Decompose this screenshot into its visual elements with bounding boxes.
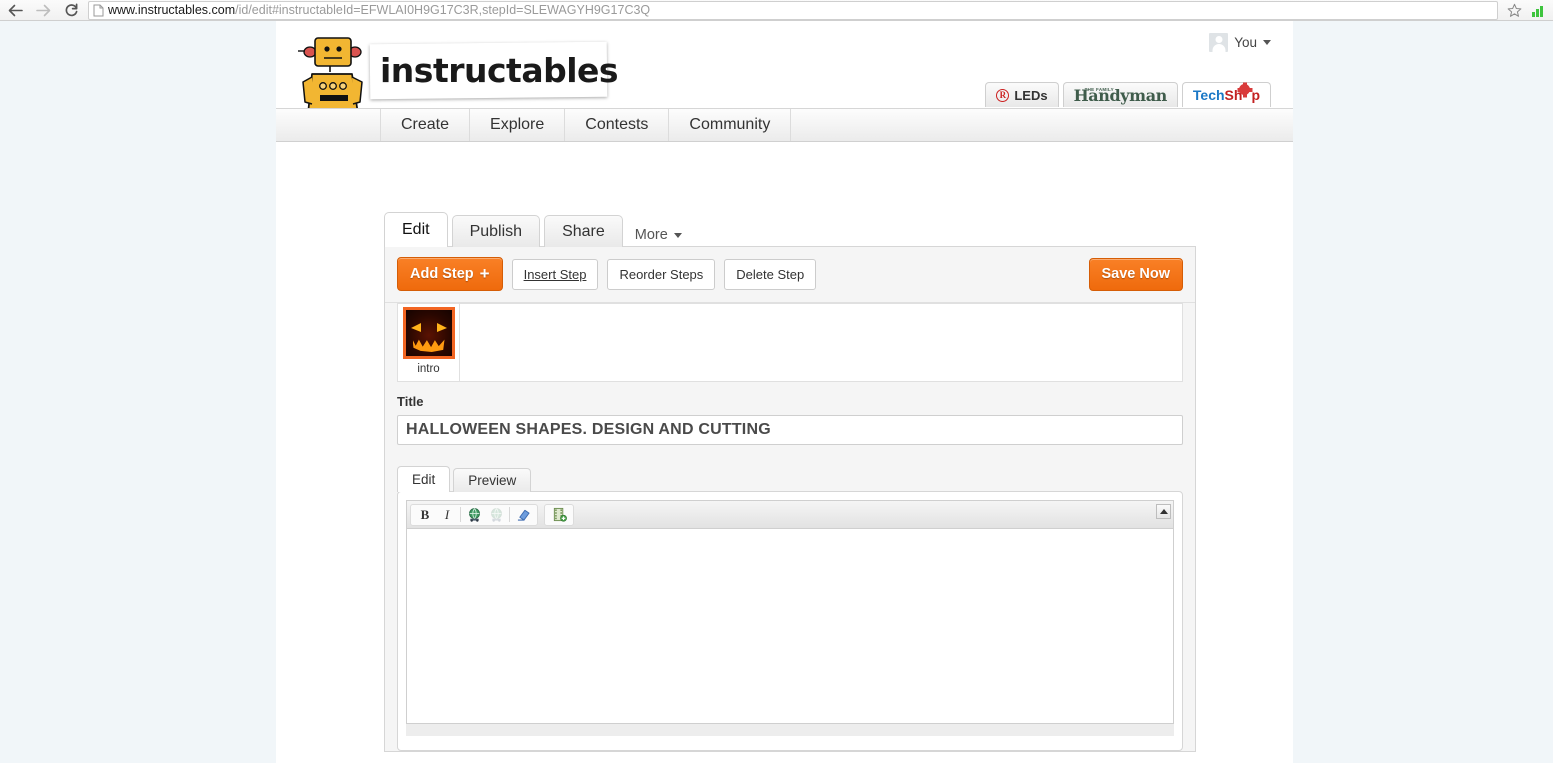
user-menu[interactable]: You bbox=[1209, 33, 1271, 52]
site-header: instructables You R LEDs THE FAMILY Hand… bbox=[276, 21, 1293, 141]
user-avatar-icon bbox=[1209, 33, 1229, 52]
steps-strip: intro bbox=[397, 303, 1183, 382]
sponsor-tabs: R LEDs THE FAMILY Handyman TechSh p bbox=[985, 82, 1271, 107]
browser-right-controls bbox=[1502, 0, 1553, 20]
nav-label-explore: Explore bbox=[490, 116, 545, 133]
address-bar[interactable]: www.instructables.com/id/edit#instructab… bbox=[88, 0, 1498, 20]
scroll-up-arrow-icon[interactable] bbox=[1156, 504, 1171, 519]
reorder-steps-label: Reorder Steps bbox=[619, 266, 704, 282]
step-item-intro[interactable]: intro bbox=[398, 304, 460, 381]
nav-item-contests[interactable]: Contests bbox=[565, 109, 670, 141]
rte-toolbar: B I bbox=[406, 500, 1174, 528]
tab-edit-label: Edit bbox=[402, 221, 430, 238]
tab-share-label: Share bbox=[562, 222, 605, 240]
sponsor-tab-handyman[interactable]: THE FAMILY Handyman bbox=[1062, 82, 1178, 107]
forward-arrow-icon bbox=[35, 4, 50, 16]
bold-icon[interactable]: B bbox=[414, 505, 436, 525]
nav-item-create[interactable]: Create bbox=[381, 109, 471, 141]
sub-tab-edit-label: Edit bbox=[412, 472, 436, 487]
delete-step-label: Delete Step bbox=[736, 266, 805, 282]
save-now-button[interactable]: Save Now bbox=[1088, 257, 1183, 291]
film-strip-add-icon[interactable] bbox=[548, 505, 570, 525]
nav-logo-spacer bbox=[276, 109, 381, 141]
sub-tab-edit[interactable]: Edit bbox=[397, 466, 451, 492]
title-input[interactable] bbox=[397, 415, 1183, 445]
insert-step-button[interactable]: Insert Step bbox=[511, 258, 599, 290]
bookmark-button[interactable] bbox=[1502, 0, 1526, 20]
tab-share[interactable]: Share bbox=[544, 215, 623, 247]
editor-panel: Add Step + Insert Step Reorder Steps Del… bbox=[384, 246, 1196, 752]
title-field-group: Title bbox=[385, 394, 1195, 445]
add-step-button[interactable]: Add Step + bbox=[397, 257, 503, 291]
techshop-logo: TechSh p bbox=[1192, 84, 1260, 103]
logo-wordmark: instructables bbox=[380, 51, 619, 90]
rte-format-group: B I bbox=[410, 503, 538, 526]
page-background: instructables You R LEDs THE FAMILY Hand… bbox=[0, 21, 1553, 763]
back-arrow-icon bbox=[8, 4, 23, 16]
rich-text-editor: B I bbox=[397, 491, 1183, 751]
gear-icon bbox=[1239, 84, 1250, 95]
handyman-logo: THE FAMILY Handyman bbox=[1073, 85, 1168, 105]
sub-tab-preview-label: Preview bbox=[468, 473, 517, 488]
eraser-icon[interactable] bbox=[512, 505, 534, 525]
italic-icon[interactable]: I bbox=[436, 505, 458, 525]
page-document-icon bbox=[93, 4, 104, 17]
nav-label-create: Create bbox=[401, 116, 450, 133]
browser-toolbar: www.instructables.com/id/edit#instructab… bbox=[0, 0, 1553, 21]
tab-more-label: More bbox=[634, 227, 668, 243]
url-path: /id/edit#instructableId=EFWLAI0H9G17C3R,… bbox=[235, 3, 651, 17]
nav-item-explore[interactable]: Explore bbox=[470, 109, 566, 141]
circled-r-icon: R bbox=[996, 88, 1010, 102]
reload-icon bbox=[65, 3, 77, 17]
site-content: instructables You R LEDs THE FAMILY Hand… bbox=[276, 21, 1293, 763]
rte-separator bbox=[460, 507, 461, 522]
chevron-down-icon bbox=[673, 232, 682, 238]
rte-footer bbox=[406, 724, 1174, 736]
address-bar-text: www.instructables.com/id/edit#instructab… bbox=[108, 3, 650, 17]
rte-media-group bbox=[544, 503, 574, 526]
delete-step-button[interactable]: Delete Step bbox=[724, 258, 817, 290]
reload-button[interactable] bbox=[58, 0, 84, 20]
back-button[interactable] bbox=[2, 0, 28, 20]
user-menu-label: You bbox=[1234, 35, 1257, 50]
techshop-text-tech: Tech bbox=[1192, 87, 1225, 103]
step-toolbar: Add Step + Insert Step Reorder Steps Del… bbox=[385, 247, 1195, 303]
insert-step-label: Insert Step bbox=[523, 266, 587, 282]
step-label: intro bbox=[417, 363, 440, 375]
sponsor-tab-leds[interactable]: R LEDs bbox=[985, 82, 1059, 107]
signal-bars-extension-icon bbox=[1532, 5, 1544, 17]
rte-content-area[interactable] bbox=[406, 528, 1174, 724]
steps-empty-area bbox=[460, 304, 1182, 381]
remove-link-globe-icon[interactable] bbox=[485, 505, 507, 525]
url-host: www.instructables.com bbox=[108, 3, 236, 17]
editor-body: Edit Publish Share More Add Step + Inser… bbox=[276, 142, 1293, 753]
add-step-label: Add Step bbox=[410, 265, 474, 282]
primary-navigation: Create Explore Contests Community bbox=[276, 108, 1293, 142]
add-link-globe-icon[interactable] bbox=[463, 505, 485, 525]
nav-label-community: Community bbox=[689, 116, 771, 133]
chevron-down-icon bbox=[1263, 40, 1271, 45]
tab-publish[interactable]: Publish bbox=[451, 215, 541, 247]
reorder-steps-button[interactable]: Reorder Steps bbox=[607, 258, 716, 290]
plus-icon: + bbox=[479, 264, 490, 283]
techshop-text-p: p bbox=[1251, 87, 1260, 103]
forward-button[interactable] bbox=[30, 0, 56, 20]
editor-tabs: Edit Publish Share More bbox=[384, 212, 1293, 247]
sponsor-label-leds: LEDs bbox=[1014, 87, 1048, 103]
tab-more-dropdown[interactable]: More bbox=[635, 227, 682, 247]
tab-edit[interactable]: Edit bbox=[384, 212, 448, 247]
nav-item-community[interactable]: Community bbox=[669, 109, 792, 141]
sponsor-tab-techshop[interactable]: TechSh p bbox=[1181, 82, 1271, 107]
bookmark-star-icon bbox=[1507, 3, 1521, 17]
save-now-label: Save Now bbox=[1101, 265, 1171, 282]
tab-publish-label: Publish bbox=[469, 222, 523, 240]
title-label: Title bbox=[397, 394, 424, 409]
extension-button[interactable] bbox=[1526, 0, 1550, 20]
content-sub-tabs: Edit Preview bbox=[397, 466, 1195, 492]
nav-label-contests: Contests bbox=[585, 116, 649, 133]
sub-tab-preview[interactable]: Preview bbox=[453, 468, 532, 492]
rte-separator bbox=[509, 507, 510, 522]
jack-o-lantern-thumbnail bbox=[402, 307, 455, 359]
